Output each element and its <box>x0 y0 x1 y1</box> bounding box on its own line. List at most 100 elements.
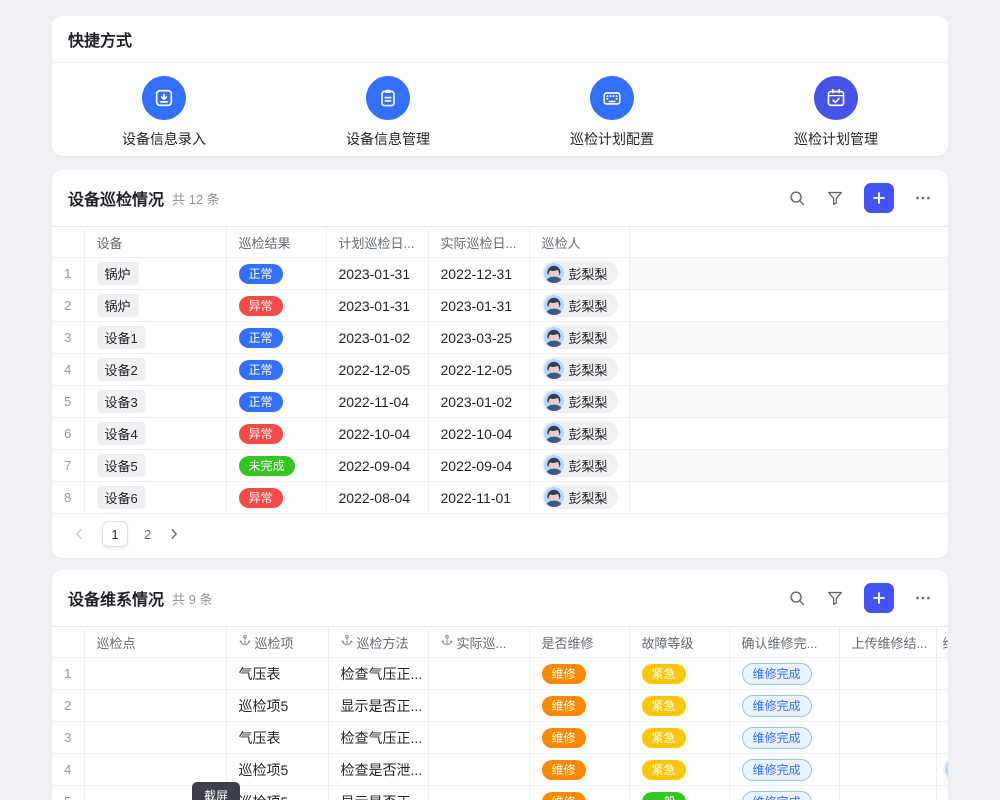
table-row[interactable]: 6设备4异常2022-10-042022-10-04彭梨梨 <box>52 418 948 450</box>
table-cell[interactable]: 巡检项5 <box>226 754 328 786</box>
table-cell[interactable] <box>936 754 948 786</box>
table-cell[interactable]: 2022-11-04 <box>326 386 428 418</box>
table-cell[interactable]: 彭梨梨 <box>529 290 629 322</box>
table-cell[interactable]: 异常 <box>226 482 326 514</box>
table-cell[interactable]: 维修 <box>529 722 629 754</box>
table-cell[interactable]: 检查气压正... <box>328 658 428 690</box>
table-cell[interactable]: 紧急 <box>629 754 729 786</box>
column-header[interactable]: 设备 <box>84 227 226 258</box>
table-cell[interactable]: 2022-12-05 <box>326 354 428 386</box>
table-cell[interactable]: 2022-08-04 <box>326 482 428 514</box>
table-cell[interactable] <box>428 690 529 722</box>
page-button-1[interactable]: 1 <box>102 521 128 547</box>
column-header[interactable]: 上传维修结... <box>839 627 936 658</box>
column-header[interactable]: 是否维修 <box>529 627 629 658</box>
table-cell[interactable]: 维修完成 <box>729 690 839 722</box>
table-cell[interactable] <box>839 722 936 754</box>
table-cell[interactable] <box>84 658 226 690</box>
table-cell[interactable]: 显示是否正... <box>328 690 428 722</box>
table-cell[interactable]: 锅炉 <box>84 290 226 322</box>
table-cell[interactable] <box>936 690 948 722</box>
column-header[interactable]: 巡检方法 <box>328 627 428 658</box>
table-cell[interactable]: 2022-09-04 <box>326 450 428 482</box>
table-cell[interactable]: 维修 <box>529 786 629 800</box>
table-cell[interactable]: 设备4 <box>84 418 226 450</box>
table-cell[interactable]: 彭梨梨 <box>529 418 629 450</box>
table-cell[interactable]: 彭梨梨 <box>529 322 629 354</box>
more-icon[interactable] <box>914 189 932 207</box>
table-cell[interactable]: 正常 <box>226 322 326 354</box>
table-cell[interactable]: 紧急 <box>629 658 729 690</box>
table-cell[interactable]: 设备1 <box>84 322 226 354</box>
table-cell[interactable] <box>936 658 948 690</box>
table-cell[interactable]: 2022-10-04 <box>428 418 529 450</box>
table-row[interactable]: 2锅炉异常2023-01-312023-01-31彭梨梨 <box>52 290 948 322</box>
column-header[interactable]: 实际巡检日... <box>428 227 529 258</box>
table-cell[interactable]: 正常 <box>226 386 326 418</box>
table-cell[interactable] <box>84 690 226 722</box>
column-header[interactable]: 故障等级 <box>629 627 729 658</box>
table-cell[interactable] <box>428 658 529 690</box>
search-icon[interactable] <box>788 589 806 607</box>
add-record-button[interactable] <box>864 583 894 613</box>
table-cell[interactable] <box>428 786 529 800</box>
next-page-button[interactable] <box>167 527 181 541</box>
table-cell[interactable]: 设备2 <box>84 354 226 386</box>
table-cell[interactable]: 气压表 <box>226 722 328 754</box>
column-header[interactable]: 巡检人 <box>529 227 629 258</box>
table-cell[interactable]: 2022-11-01 <box>428 482 529 514</box>
table-cell[interactable] <box>936 722 948 754</box>
table-cell[interactable]: 异常 <box>226 418 326 450</box>
filter-icon[interactable] <box>826 589 844 607</box>
table-cell[interactable]: 2022-12-05 <box>428 354 529 386</box>
table-row[interactable]: 8设备6异常2022-08-042022-11-01彭梨梨 <box>52 482 948 514</box>
table-row[interactable]: 1气压表检查气压正...维修紧急维修完成 <box>52 658 948 690</box>
table-cell[interactable]: 显示是否正... <box>328 786 428 800</box>
page-button-2[interactable]: 2 <box>144 527 151 542</box>
table-cell[interactable]: 设备5 <box>84 450 226 482</box>
table-row[interactable]: 3设备1正常2023-01-022023-03-25彭梨梨 <box>52 322 948 354</box>
table-cell[interactable] <box>839 690 936 722</box>
table-cell[interactable]: 2023-03-25 <box>428 322 529 354</box>
table-cell[interactable]: 正常 <box>226 354 326 386</box>
table-cell[interactable]: 维修 <box>529 690 629 722</box>
prev-page-button[interactable] <box>72 527 86 541</box>
table-cell[interactable]: 巡检项5 <box>226 690 328 722</box>
table-cell[interactable]: 维修完成 <box>729 754 839 786</box>
column-header[interactable]: 巡检项 <box>226 627 328 658</box>
table-cell[interactable]: 设备6 <box>84 482 226 514</box>
table-cell[interactable]: 2022-09-04 <box>428 450 529 482</box>
table-cell[interactable]: 彭梨梨 <box>529 482 629 514</box>
shortcut-plan-config[interactable]: 巡检计划配置 <box>500 76 724 149</box>
shortcut-device-manage[interactable]: 设备信息管理 <box>276 76 500 149</box>
table-cell[interactable]: 紧急 <box>629 722 729 754</box>
table-cell[interactable]: 2023-01-02 <box>428 386 529 418</box>
table-row[interactable]: 7设备5未完成2022-09-042022-09-04彭梨梨 <box>52 450 948 482</box>
table-row[interactable]: 5巡检项5显示是否正...维修一般维修完成 <box>52 786 948 800</box>
table-cell[interactable]: 维修完成 <box>729 786 839 800</box>
table-cell[interactable]: 锅炉 <box>84 258 226 290</box>
column-header[interactable]: 巡检点 <box>84 627 226 658</box>
table-row[interactable]: 1锅炉正常2023-01-312022-12-31彭梨梨 <box>52 258 948 290</box>
column-header[interactable]: 计划巡检日... <box>326 227 428 258</box>
table-cell[interactable]: 2022-10-04 <box>326 418 428 450</box>
table-cell[interactable]: 巡检项5 <box>226 786 328 800</box>
table-cell[interactable]: 气压表 <box>226 658 328 690</box>
table-cell[interactable]: 一般 <box>629 786 729 800</box>
table-row[interactable]: 4巡检项5检查是否泄...维修紧急维修完成 <box>52 754 948 786</box>
table-cell[interactable]: 彭梨梨 <box>529 450 629 482</box>
filter-icon[interactable] <box>826 189 844 207</box>
table-row[interactable]: 3气压表检查气压正...维修紧急维修完成 <box>52 722 948 754</box>
table-row[interactable]: 2巡检项5显示是否正...维修紧急维修完成 <box>52 690 948 722</box>
table-cell[interactable]: 维修完成 <box>729 658 839 690</box>
table-cell[interactable] <box>936 786 948 800</box>
table-cell[interactable] <box>839 754 936 786</box>
shortcut-plan-manage[interactable]: 巡检计划管理 <box>724 76 948 149</box>
table-cell[interactable] <box>428 722 529 754</box>
table-cell[interactable]: 未完成 <box>226 450 326 482</box>
table-row[interactable]: 4设备2正常2022-12-052022-12-05彭梨梨 <box>52 354 948 386</box>
table-cell[interactable]: 2023-01-31 <box>326 258 428 290</box>
column-header[interactable]: 确认维修完... <box>729 627 839 658</box>
table-cell[interactable]: 彭梨梨 <box>529 354 629 386</box>
table-cell[interactable]: 正常 <box>226 258 326 290</box>
